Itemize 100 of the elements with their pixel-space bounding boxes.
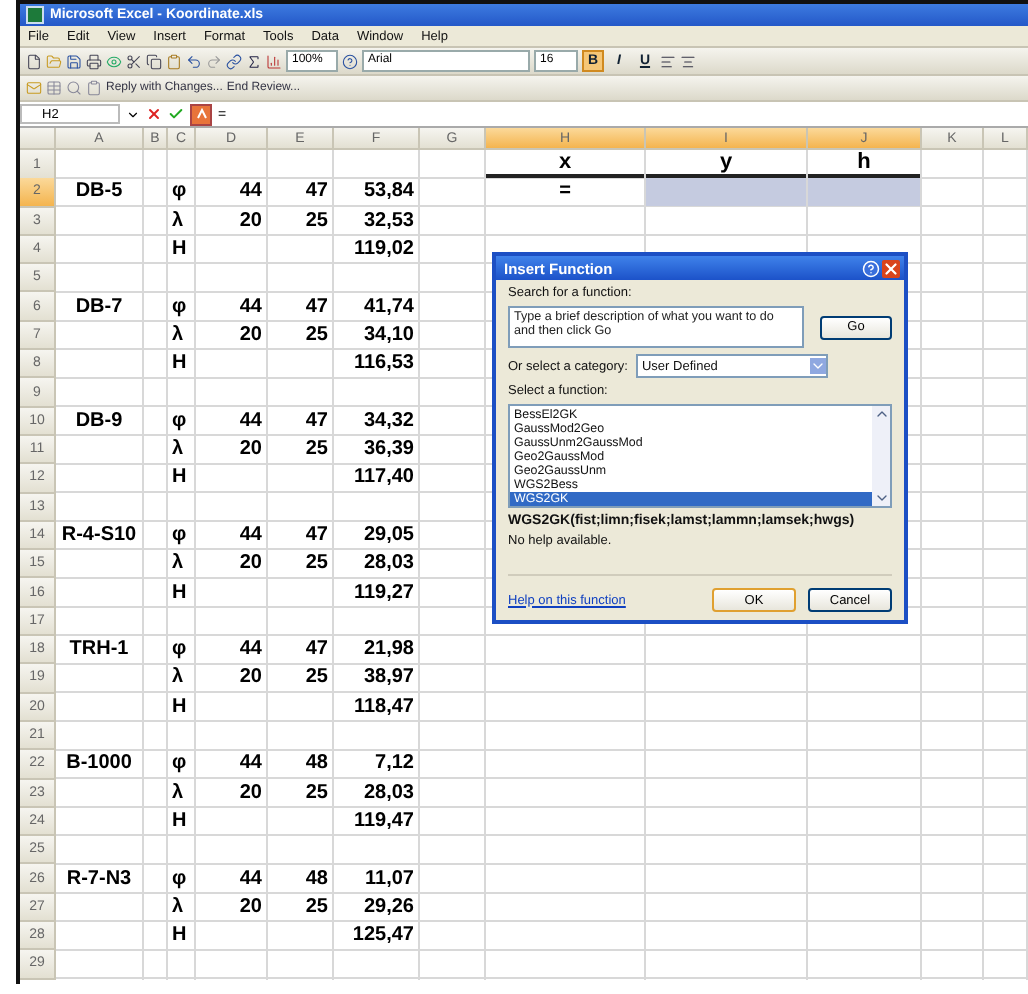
link-icon[interactable]	[226, 53, 242, 69]
help-icon[interactable]	[342, 53, 358, 69]
table-cell-text: 25	[303, 550, 330, 577]
table-cell-text: 34,10	[361, 321, 416, 349]
table-cell-text: 44	[237, 636, 264, 663]
table-cell-text: H	[170, 350, 189, 377]
table-cell-text: 20	[237, 893, 264, 921]
table-cell-text: 118,47	[351, 693, 416, 720]
table-cell-text: 47	[303, 293, 330, 320]
table-cell-text: 25	[303, 664, 330, 692]
align-center-icon[interactable]	[680, 53, 696, 69]
table-cell-text: 44	[237, 407, 264, 434]
table-cell-text: 117,40	[351, 464, 416, 492]
table-cell-text: 53,84	[361, 178, 416, 206]
chart-icon[interactable]	[266, 53, 282, 69]
app-icon	[26, 6, 44, 24]
table-cell-text: 48	[303, 750, 330, 778]
table-cell-text: λ	[170, 664, 186, 692]
table-cell-text: H	[170, 922, 189, 949]
printer-icon[interactable]	[86, 53, 102, 69]
table-cell-text: H	[170, 807, 189, 835]
table-cell-text: φ	[170, 522, 189, 549]
new-file-icon[interactable]	[26, 53, 42, 69]
table-cell-text: 47	[303, 636, 330, 663]
table-cell-text: 11,07	[363, 865, 416, 892]
table-cell: x	[486, 150, 644, 178]
table-cell-text: R-4-S10	[59, 522, 139, 549]
search-icon[interactable]	[66, 80, 82, 96]
table-cell-text: 47	[303, 407, 330, 434]
clipboard-icon[interactable]	[86, 80, 102, 96]
table-cell-text: 116,53	[351, 350, 416, 377]
table-cell-text: H	[170, 693, 189, 720]
table-cell-text: 25	[303, 436, 330, 463]
table-cell-text: φ	[170, 407, 189, 434]
table-cell-text: λ	[170, 893, 186, 921]
table-cell-text: 7,12	[373, 750, 416, 778]
table-cell-text: 25	[303, 893, 330, 921]
table-cell-text: 21,98	[361, 636, 416, 663]
table-cell-text: 20	[237, 550, 264, 577]
table-cell-text: φ	[170, 865, 189, 892]
save-icon[interactable]	[66, 53, 82, 69]
copy-icon[interactable]	[146, 53, 162, 69]
table-cell-text: 47	[303, 522, 330, 549]
table-cell-text: 119,27	[351, 579, 416, 606]
table-cell-text: 28,03	[361, 550, 416, 577]
table-cell-text: 119,47	[351, 807, 416, 835]
scroll-down-icon[interactable]	[873, 490, 889, 506]
scrollbar[interactable]	[872, 406, 890, 506]
table-cell-text: 38,97	[361, 664, 416, 692]
dropdown-icon[interactable]	[126, 107, 140, 121]
table-cell-text: 47	[303, 178, 330, 206]
check-icon[interactable]	[168, 106, 184, 122]
table-cell-text: 44	[237, 293, 264, 320]
table-cell-text: 20	[237, 207, 264, 234]
table-cell-text: 125,47	[350, 922, 416, 949]
table-cell-text: DB-7	[73, 293, 125, 320]
table-cell-text: λ	[170, 436, 186, 463]
table-cell-text: 20	[237, 436, 264, 463]
cancel-icon[interactable]	[146, 106, 162, 122]
table-cell-text: 36,39	[361, 436, 416, 463]
table-cell-text: φ	[170, 750, 189, 778]
scissors-icon[interactable]	[126, 53, 142, 69]
table-cell-text: 28,03	[361, 779, 416, 806]
table-cell-text: 119,02	[351, 236, 416, 263]
table-cell-text: 44	[237, 750, 264, 778]
table-cell-text: 44	[237, 865, 264, 892]
table-cell-text: 29,26	[361, 893, 416, 921]
table-cell-text: 41,74	[361, 293, 416, 320]
undo-icon[interactable]	[186, 53, 202, 69]
table-cell-text: λ	[170, 321, 186, 349]
close-icon[interactable]	[882, 259, 900, 277]
table-cell-text: H	[170, 464, 189, 492]
table-cell-text: H	[170, 236, 189, 263]
table-cell-text: λ	[170, 207, 186, 234]
table-cell-text: 25	[303, 207, 330, 234]
table-cell-text: R-7-N3	[64, 865, 134, 892]
table-cell-text: DB-9	[73, 407, 125, 434]
table-cell-text: φ	[170, 178, 189, 206]
table-cell-text: 44	[237, 178, 264, 206]
table-cell-text: φ	[170, 293, 189, 320]
align-left-icon[interactable]	[660, 53, 676, 69]
table-cell-text: φ	[170, 636, 189, 663]
table-cell-text: 32,53	[361, 207, 416, 234]
table-cell-text: B-1000	[64, 750, 134, 778]
scroll-up-icon[interactable]	[873, 406, 889, 422]
table-cell-text: 44	[237, 522, 264, 549]
clipboard-icon[interactable]	[166, 53, 182, 69]
sum-icon[interactable]	[246, 53, 262, 69]
table-cell-text: TRH-1	[67, 636, 131, 663]
table-cell-text: =	[557, 178, 573, 206]
table-cell-text: 34,32	[361, 407, 416, 434]
table-cell-text: 20	[237, 779, 264, 806]
table-cell-text: λ	[170, 779, 186, 806]
table-cell-text: 25	[303, 321, 330, 349]
table-cell-text: DB-5	[73, 178, 125, 206]
table-cell-text: λ	[170, 550, 186, 577]
function-icon[interactable]	[190, 103, 212, 125]
table-cell-text: 29,05	[361, 522, 416, 549]
table-cell-text: 25	[303, 779, 330, 806]
table-cell-text: H	[170, 579, 189, 606]
